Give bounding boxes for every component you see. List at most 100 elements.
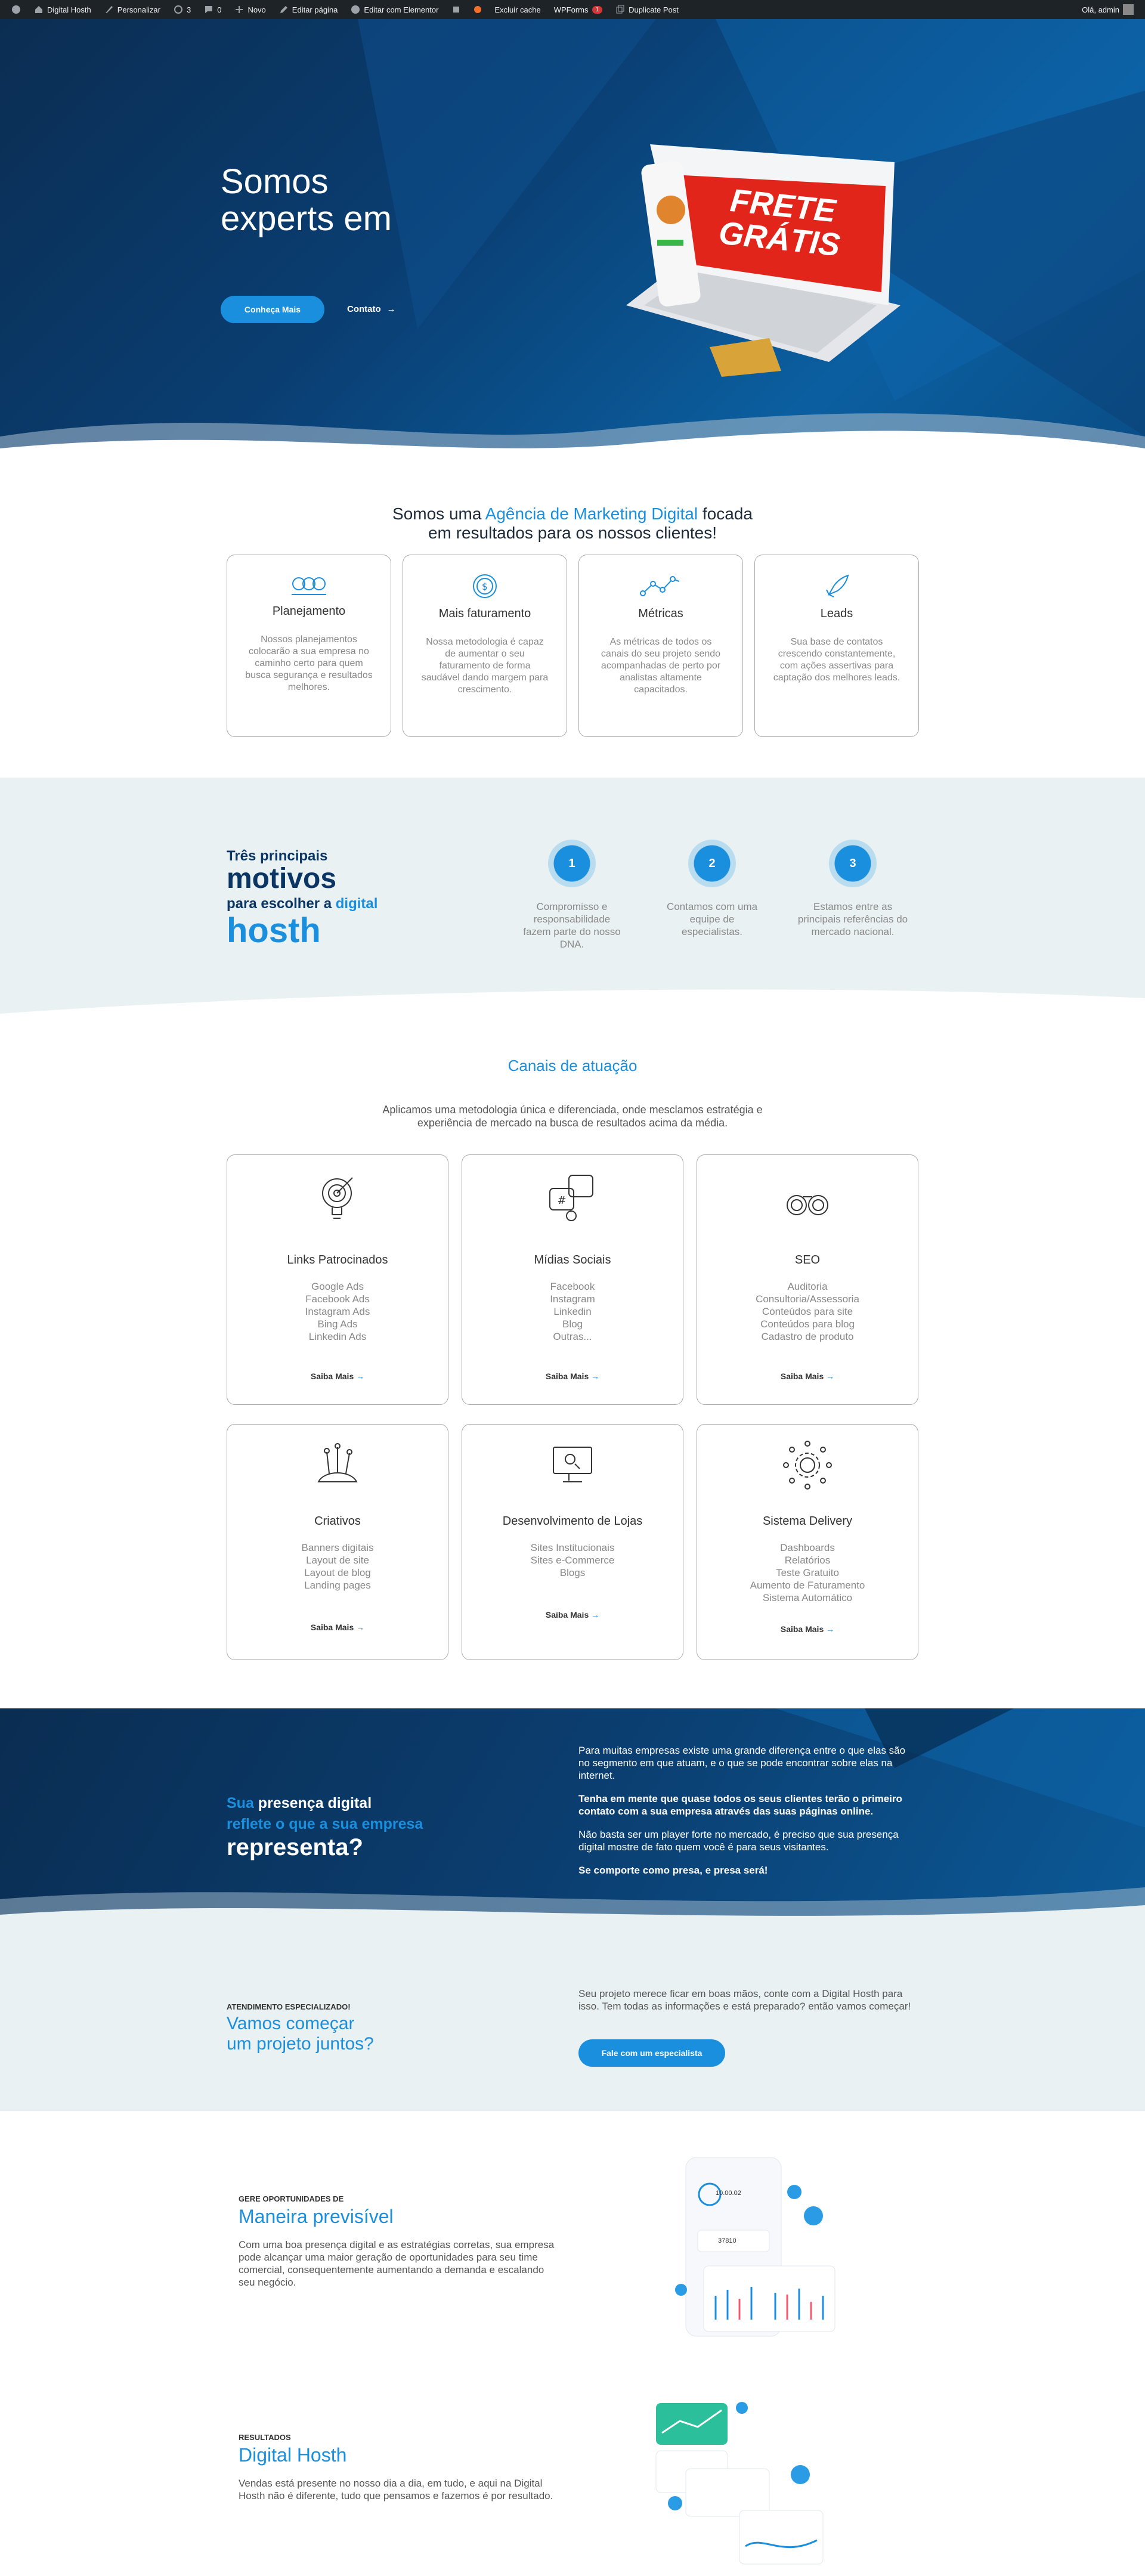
wpforms-menu[interactable]: WPForms 1 [547, 0, 609, 19]
presence-heading-b: presença digital [253, 1795, 372, 1812]
reasons-line3-a: para escolher a [227, 896, 336, 912]
talk-to-specialist-button[interactable]: Fale com um especialista [578, 2039, 725, 2067]
comment-icon [205, 6, 213, 13]
contact-link[interactable]: Contato → [347, 304, 396, 314]
reasons-line3-b: digital [335, 896, 378, 912]
channel-item: Teste Gratuito [776, 1567, 839, 1578]
plus-icon [236, 6, 243, 13]
start-project-heading: ATENDIMENTO ESPECIALIZADO! Vamos começar… [227, 2002, 374, 2054]
feature-card-revenue: $ Mais faturamento Nossa metodologia é c… [403, 555, 567, 737]
reasons-heading: Três principais motivos para escolher a … [227, 848, 377, 949]
copy-icon [616, 5, 624, 14]
channels-subtitle: Aplicamos uma metodologia única e difere… [0, 1103, 1145, 1129]
feature-text: Sua base de contatos crescendo constante… [773, 637, 900, 683]
elementor-link[interactable]: Editar com Elementor [344, 0, 445, 19]
learn-more-label: Saiba Mais [310, 1623, 354, 1632]
learn-more-label: Saiba Mais [545, 1610, 589, 1620]
results-title: Digital Hosth [239, 2444, 347, 2466]
learn-more-label: Saiba Mais [545, 1371, 589, 1381]
comments-link[interactable]: 0 [197, 0, 228, 19]
feature-card-leads: Leads Sua base de contatos crescendo con… [754, 555, 919, 737]
intro-heading: Somos uma Agência de Marketing Digital f… [0, 504, 1145, 543]
contact-link-label: Contato [347, 304, 381, 314]
channel-item: Instagram [550, 1293, 595, 1305]
learn-more-label: Saiba Mais [310, 1371, 354, 1381]
phone-value: 10.00.02 [716, 2190, 741, 2197]
updates-link[interactable]: 3 [167, 0, 197, 19]
learn-more-link[interactable]: Saiba Mais → [227, 1371, 448, 1381]
customize-link[interactable]: Personalizar [98, 0, 167, 19]
predictable-section: GERE OPORTUNIDADES DE Maneira previsível… [0, 2111, 1145, 2361]
presence-paragraph: Não basta ser um player forte no mercado… [578, 1829, 899, 1853]
new-content-menu[interactable]: Novo [228, 0, 272, 19]
wordpress-logo-menu[interactable] [5, 0, 27, 19]
channel-card-delivery-system: Sistema Delivery Dashboards Relatórios T… [697, 1424, 918, 1660]
presence-section: Sua presença digital reflete o que a sua… [0, 1708, 1145, 1947]
presence-tagline: Se comporte como presa, e presa será! [578, 1865, 768, 1876]
svg-text:#: # [557, 1194, 566, 1207]
reason-text-2: Contamos com uma equipe de especialistas… [666, 901, 758, 937]
reason-text-1: Compromisso e responsabilidade fazem par… [523, 901, 621, 950]
reason-number-1: 1 [548, 840, 596, 887]
channel-item: Layout de blog [304, 1567, 371, 1578]
clear-cache-link[interactable]: Excluir cache [488, 0, 547, 19]
presence-background-shapes [0, 1708, 1145, 1947]
reasons-bottom-wave [0, 989, 1145, 1014]
feature-title: Mais faturamento [438, 607, 531, 620]
hero-title: Somos experts em [221, 163, 392, 237]
channel-item: Linkedin Ads [308, 1331, 367, 1342]
know-more-button[interactable]: Conheça Mais [221, 296, 324, 323]
predictable-title: Maneira previsível [239, 2206, 394, 2227]
hero-device-illustration: FRETE GRÁTIS [590, 126, 912, 377]
hero-background-shapes [0, 19, 1145, 467]
presence-paragraph-bold: Tenha em mente que quase todos os seus c… [578, 1793, 902, 1817]
feature-text: Nossa metodologia é capaz de aumentar o … [421, 637, 549, 695]
channel-title: Mídias Sociais [534, 1253, 611, 1267]
learn-more-label: Saiba Mais [780, 1371, 824, 1381]
channel-item: Banners digitais [301, 1542, 374, 1553]
wp-admin-bar: Digital Hosth Personalizar 3 0 Novo Edit… [0, 0, 1145, 19]
learn-more-link[interactable]: Saiba Mais → [227, 1623, 448, 1632]
channel-card-seo: SEO Auditoria Consultoria/Assessoria Con… [697, 1154, 918, 1405]
channel-item: Conteúdos para site [762, 1306, 853, 1317]
channel-title: Criativos [314, 1515, 361, 1528]
updates-count: 3 [186, 5, 191, 14]
edit-page-link[interactable]: Editar página [273, 0, 345, 19]
seo-status[interactable] [468, 0, 488, 19]
feature-title: Métricas [638, 607, 683, 620]
dashboard-graphic [675, 2157, 835, 2337]
start-text: Seu projeto merece ficar em boas mãos, c… [578, 1988, 911, 2012]
elementor-label: Editar com Elementor [364, 5, 439, 14]
channel-item: Linkedin [553, 1306, 592, 1317]
feature-text: As métricas de todos os canais do seu pr… [601, 637, 721, 695]
start-title-line1: Vamos começar [227, 2014, 355, 2033]
feature-title: Leads [820, 607, 853, 620]
learn-more-link[interactable]: Saiba Mais → [462, 1610, 683, 1620]
site-name: Digital Hosth [47, 5, 91, 14]
feature-card-metrics: Métricas As métricas de todos os canais … [578, 555, 743, 737]
social-media-icon: # [549, 1175, 593, 1221]
learn-more-link[interactable]: Saiba Mais → [462, 1371, 683, 1381]
duplicate-post-link[interactable]: Duplicate Post [609, 0, 685, 19]
account-menu[interactable]: Olá, admin [1075, 0, 1140, 19]
avatar [1123, 4, 1134, 15]
results-text-block: RESULTADOS Digital Hosth Vendas está pre… [239, 2433, 561, 2502]
channels-subtitle-line2: experiência de mercado na busca de resul… [417, 1117, 728, 1129]
start-kicker: ATENDIMENTO ESPECIALIZADO! [227, 2002, 351, 2011]
channel-item: Outras... [553, 1331, 592, 1342]
line-graph-icon [640, 576, 680, 596]
start-project-section: ATENDIMENTO ESPECIALIZADO! Vamos começar… [0, 1947, 1145, 2111]
presence-paragraph: Para muitas empresas existe uma grande d… [578, 1745, 906, 1781]
channel-item: Facebook Ads [305, 1293, 370, 1305]
security-menu[interactable] [445, 0, 468, 19]
site-name-menu[interactable]: Digital Hosth [27, 0, 98, 19]
intro-section: Somos uma Agência de Marketing Digital f… [0, 467, 1145, 778]
results-section: RESULTADOS Digital Hosth Vendas está pre… [0, 2361, 1145, 2576]
learn-more-link[interactable]: Saiba Mais → [697, 1371, 918, 1381]
comments-count: 0 [217, 5, 222, 14]
channel-card-social-media: # Mídias Sociais Facebook Instagram Link… [462, 1154, 683, 1405]
channel-title: SEO [794, 1253, 821, 1267]
learn-more-link[interactable]: Saiba Mais → [697, 1624, 918, 1634]
clear-cache-label: Excluir cache [494, 5, 541, 14]
channel-item: Consultoria/Assessoria [756, 1293, 859, 1305]
